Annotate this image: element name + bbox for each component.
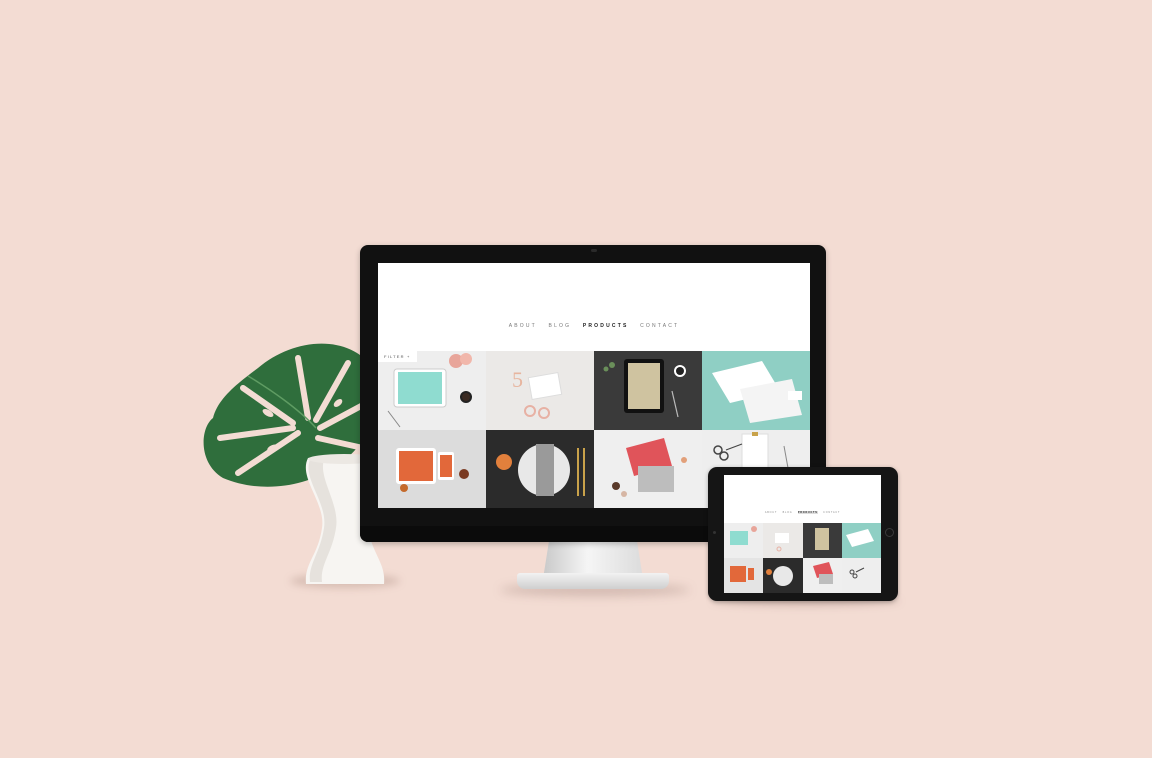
tablet-thumb-1 xyxy=(730,526,757,545)
tablet-mockup-thumb xyxy=(387,353,472,428)
product-tile-1[interactable]: FILTER + xyxy=(378,351,486,430)
product-tile-2[interactable]: 5 xyxy=(486,351,594,430)
tablet-thumb-7 xyxy=(812,562,833,584)
tablet-product-grid xyxy=(724,523,881,593)
tablet-product-tile-8[interactable] xyxy=(841,558,881,593)
tablet-product-tile-5[interactable] xyxy=(724,558,764,593)
envelope-mockup-thumb xyxy=(612,437,687,497)
dinner-mockup-thumb xyxy=(496,443,585,496)
tablet-product-tile-1[interactable] xyxy=(724,523,764,558)
tablet-thumb-3 xyxy=(814,528,829,550)
tablet-nav-about-link[interactable]: ABOUT xyxy=(765,511,777,514)
product-tile-5[interactable] xyxy=(378,429,486,508)
desktop-nav: ABOUT BLOG PRODUCTS CONTACT xyxy=(378,323,810,329)
monitor-stand-base xyxy=(517,573,669,589)
product-tile-4[interactable] xyxy=(702,351,810,430)
nav-products-link[interactable]: PRODUCTS xyxy=(583,323,629,329)
filter-button[interactable]: FILTER + xyxy=(378,351,417,362)
tablet-product-tile-7[interactable] xyxy=(802,558,842,593)
tablet-product-tile-2[interactable] xyxy=(763,523,803,558)
nav-blog-link[interactable]: BLOG xyxy=(549,323,572,329)
orange-tablet-mockup-thumb xyxy=(378,429,486,508)
product-tile-6[interactable] xyxy=(486,429,594,508)
svg-text:5: 5 xyxy=(512,367,523,392)
branding-mockup-thumb xyxy=(712,361,802,423)
tablet-product-tile-3[interactable] xyxy=(802,523,842,558)
dark-tablet-mockup-thumb xyxy=(603,359,686,418)
product-tile-7[interactable] xyxy=(594,429,702,508)
tablet-home-button xyxy=(885,528,894,537)
tablet-nav: ABOUT BLOG PRODUCTS CONTACT xyxy=(724,511,881,514)
nav-about-link[interactable]: ABOUT xyxy=(509,323,537,329)
tablet-thumb-8 xyxy=(849,567,864,579)
tablet-thumb-2 xyxy=(775,533,790,552)
tablet-camera-icon xyxy=(713,531,716,534)
tablet-website-screen: ABOUT BLOG PRODUCTS CONTACT xyxy=(724,475,881,593)
tablet-nav-blog-link[interactable]: BLOG xyxy=(783,511,793,514)
camera-icon xyxy=(591,249,597,252)
tablet-nav-products-link[interactable]: PRODUCTS xyxy=(797,511,818,514)
stationery-mockup-thumb: 5 xyxy=(512,367,563,419)
tablet-thumb-5 xyxy=(730,566,754,582)
tablet-thumb-4 xyxy=(845,529,874,547)
tablet-product-tile-4[interactable] xyxy=(841,523,881,558)
tablet-nav-contact-link[interactable]: CONTACT xyxy=(823,511,840,514)
product-tile-3[interactable] xyxy=(594,351,702,430)
nav-contact-link[interactable]: CONTACT xyxy=(640,323,679,329)
tablet-product-tile-6[interactable] xyxy=(763,558,803,593)
tablet-thumb-6 xyxy=(766,566,794,586)
